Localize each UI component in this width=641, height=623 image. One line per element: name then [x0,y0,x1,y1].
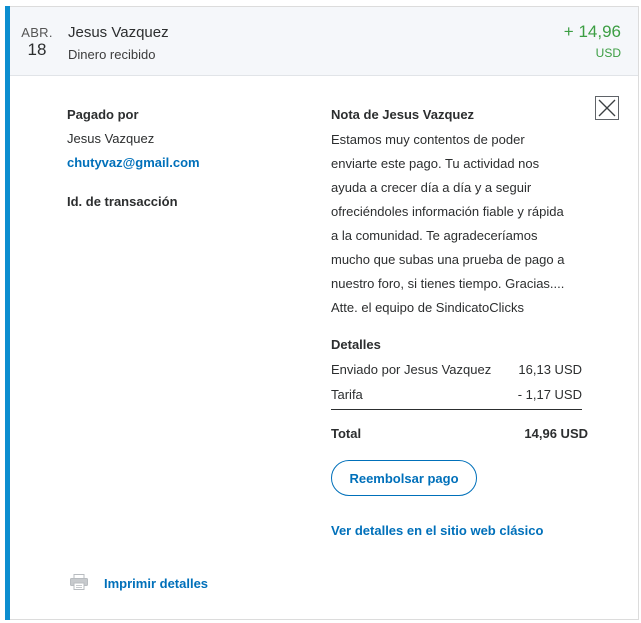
transaction-card: ABR. 18 Jesus Vazquez Dinero recibido + … [5,6,639,620]
note-line: ayuda a crecer día a día y a seguir [331,180,532,195]
date-day: 18 [27,40,47,59]
transaction-amount: + 14,96 [563,22,621,41]
breakdown-label: Detalles [331,337,381,352]
classic-site-link[interactable]: Ver detalles en el sitio web clásico [331,523,543,538]
paid-by-label: Pagado por [67,107,139,122]
note-line: mucho que subas una prueba de pago a [331,252,565,267]
note-line: nuestro foro, si tienes tiempo. Gracias.… [331,276,565,291]
note-line: enviarte este pago. Tu actividad nos [331,156,540,171]
total-row: Total 14,96 USD [331,426,588,441]
note-line: Estamos muy contentos de poder [331,132,525,147]
counterparty-name: Jesus Vazquez [68,24,169,41]
breakdown-divider [331,409,582,410]
transaction-type: Dinero recibido [68,47,156,62]
transaction-header[interactable]: ABR. 18 Jesus Vazquez Dinero recibido + … [6,7,638,76]
selected-accent-bar [5,6,10,620]
note-line: ofreciéndoles información fiable y rápid… [331,204,564,219]
sent-by-row: Enviado por Jesus Vazquez 16,13 USD [331,362,582,382]
payer-email-link[interactable]: chutyvaz@gmail.com [67,155,200,170]
transaction-id-label: Id. de transacción [67,194,178,209]
total-value: 14,96 USD [524,426,588,441]
fee-row: Tarifa - 1,17 USD [331,387,582,407]
print-details-link[interactable]: Imprimir detalles [104,576,208,591]
note-line: Atte. el equipo de SindicatoClicks [331,300,524,315]
total-label: Total [331,426,362,441]
close-button[interactable] [595,96,619,120]
sent-by-label: Enviado por Jesus Vazquez [331,362,492,377]
date-month: ABR. [21,25,53,40]
fee-value: - 1,17 USD [517,387,582,402]
note-body: Estamos muy contentos de poder enviarte … [331,128,596,320]
note-line: a la comunidad. Te agradeceríamos [331,228,538,243]
close-icon [598,99,616,117]
transaction-currency: USD [595,46,621,60]
payer-name: Jesus Vazquez [67,131,155,146]
note-label: Nota de Jesus Vazquez [331,107,475,122]
sent-by-value: 16,13 USD [518,362,582,377]
printer-icon[interactable] [70,574,88,590]
refund-button[interactable]: Reembolsar pago [331,460,477,496]
fee-label: Tarifa [331,387,363,402]
